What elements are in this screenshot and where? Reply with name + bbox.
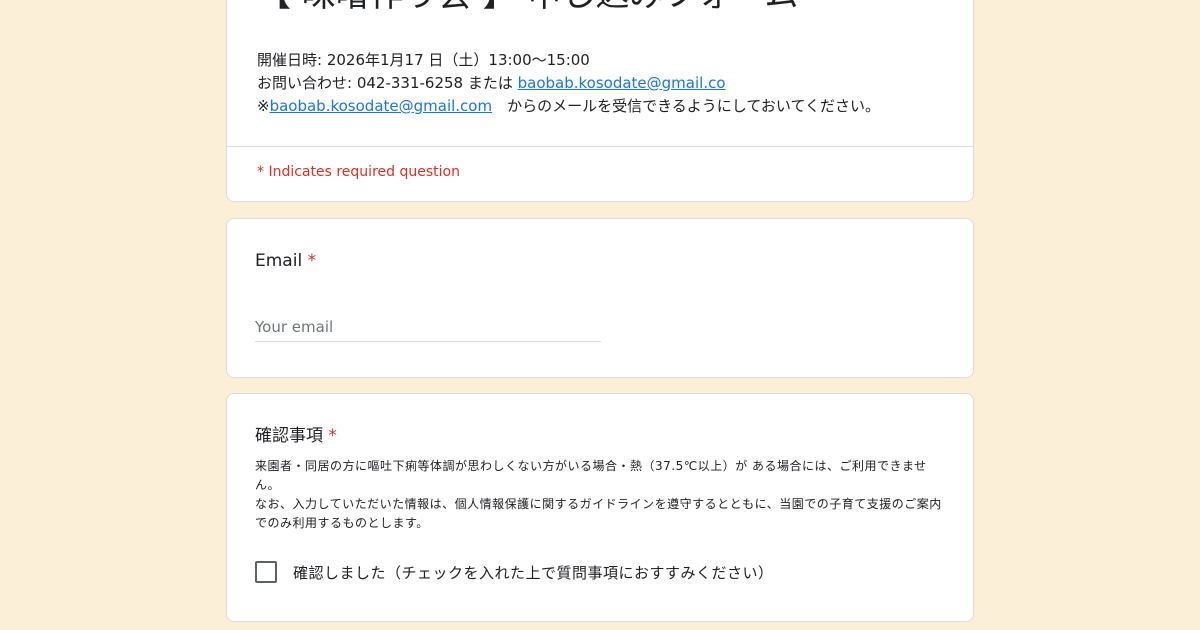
note-suffix: からのメールを受信できるようにしておいてください。 <box>492 97 880 115</box>
email-question-label: Email <box>255 251 303 271</box>
note-prefix: ※ <box>257 97 270 115</box>
email-question-card: Email * <box>226 218 974 378</box>
contact-prefix: お問い合わせ: 042-331-6258 または <box>257 74 518 92</box>
form-header-card: 【 味噌作り会 】 申し込みフォーム 開催日時: 2026年1月17 日（土）1… <box>226 0 974 202</box>
confirmation-description-privacy: なお、入力していただいた情報は、個人情報保護に関するガイドラインを遵守するととも… <box>255 497 942 530</box>
contact-email-link[interactable]: baobab.kosodate@gmail.co <box>518 74 726 92</box>
email-question-title: Email * <box>255 249 316 273</box>
contact-line: お問い合わせ: 042-331-6258 または baobab.kosodate… <box>257 73 726 93</box>
required-asterisk: * <box>307 251 317 271</box>
confirmation-question-title: 確認事項 * <box>255 424 337 448</box>
note-email-link[interactable]: baobab.kosodate@gmail.com <box>270 97 493 115</box>
email-input[interactable] <box>255 313 601 342</box>
form-title: 【 味噌作り会 】 申し込みフォーム <box>257 0 798 17</box>
required-question-note: * Indicates required question <box>257 164 460 180</box>
confirmation-question-label: 確認事項 <box>255 426 323 446</box>
confirmation-checkbox-label[interactable]: 確認しました（チェックを入れた上で質問事項におすすみください） <box>293 562 774 583</box>
email-note-line: ※baobab.kosodate@gmail.com からのメールを受信できるよ… <box>257 96 880 116</box>
confirmation-question-card: 確認事項 * 来園者・同居の方に嘔吐下痢等体調が思わしくない方がいる場合・熱（3… <box>226 393 974 622</box>
confirmation-description-health: 来園者・同居の方に嘔吐下痢等体調が思わしくない方がいる場合・熱（37.5℃以上）… <box>255 459 927 492</box>
confirmation-checkbox[interactable] <box>255 561 277 583</box>
confirmation-checkbox-option[interactable]: 確認しました（チェックを入れた上で質問事項におすすみください） <box>255 559 774 585</box>
required-asterisk: * <box>328 426 337 446</box>
event-date-line: 開催日時: 2026年1月17 日（土）13:00～15:00 <box>257 51 590 69</box>
header-divider <box>227 146 973 147</box>
